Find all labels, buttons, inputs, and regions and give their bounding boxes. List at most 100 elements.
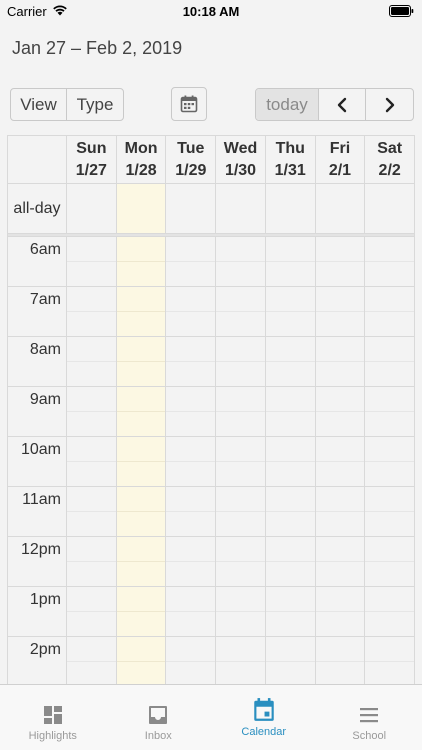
time-slot-cell[interactable] [216,437,266,486]
time-slot-cell[interactable] [166,337,217,386]
all-day-cell[interactable] [166,184,217,233]
day-header-thu[interactable]: Thu 1/31 [266,136,316,183]
navigation-button-group: today [255,88,414,121]
today-button[interactable]: today [256,89,319,120]
date-range-title: Jan 27 – Feb 2, 2019 [12,38,183,58]
tab-inbox[interactable]: Inbox [106,685,212,750]
time-slot-cell[interactable] [116,287,167,336]
time-slot-cell[interactable] [67,287,117,336]
inbox-icon [149,706,168,724]
tab-calendar[interactable]: Calendar [211,685,317,750]
day-header-fri[interactable]: Fri 2/1 [316,136,366,183]
time-slot-cell[interactable] [315,237,366,286]
time-slot-cell[interactable] [216,487,266,536]
day-header-tue[interactable]: Tue 1/29 [166,136,217,183]
time-slot-cell[interactable] [216,237,266,286]
dashboard-icon [43,706,62,724]
time-slot-cell[interactable] [365,487,414,536]
all-day-cell[interactable] [216,184,266,233]
time-slot-cell[interactable] [315,287,366,336]
time-slot-cell[interactable] [216,287,266,336]
time-slot-cell[interactable] [166,637,217,686]
time-slot-cell[interactable] [116,237,167,286]
time-slot-cell[interactable] [315,487,366,536]
time-slot-cell[interactable] [67,637,117,686]
time-slot-cell[interactable] [315,437,366,486]
time-slot-cell[interactable] [365,387,414,436]
time-slot-cell[interactable] [315,637,366,686]
time-slot-cell[interactable] [265,237,316,286]
time-slot-cell[interactable] [365,587,414,636]
all-day-cell[interactable] [266,184,316,233]
tab-school[interactable]: School [317,685,422,750]
day-name: Thu [275,140,305,157]
time-slot-cell[interactable] [166,237,217,286]
time-slot-cell[interactable] [265,587,316,636]
time-slot-cell[interactable] [365,337,414,386]
all-day-cell[interactable] [67,184,117,233]
time-slot-cell[interactable] [265,437,316,486]
time-slot-cell[interactable] [116,537,167,586]
next-week-button[interactable] [366,89,413,120]
all-day-cell[interactable] [116,184,167,233]
time-slot-cell[interactable] [216,587,266,636]
hour-label: 9am [8,387,67,436]
time-slot-cell[interactable] [216,387,266,436]
time-slot-cell[interactable] [265,337,316,386]
day-name: Fri [329,140,351,157]
time-slot-cell[interactable] [365,237,414,286]
all-day-cell[interactable] [316,184,366,233]
day-header-sun[interactable]: Sun 1/27 [67,136,117,183]
time-slot-cell[interactable] [67,237,117,286]
all-day-cell[interactable] [365,184,414,233]
time-slot-cell[interactable] [67,537,117,586]
all-day-label: all-day [8,184,67,233]
time-slot-cell[interactable] [67,487,117,536]
previous-week-button[interactable] [319,89,366,120]
time-slot-cell[interactable] [166,587,217,636]
time-slot-cell[interactable] [216,337,266,386]
hour-row: 7am [8,287,414,337]
time-slot-cell[interactable] [166,437,217,486]
time-slot-cell[interactable] [116,637,167,686]
view-type-button-group: View Type [10,88,124,121]
time-slot-cell[interactable] [166,537,217,586]
day-header-sat[interactable]: Sat 2/2 [365,136,414,183]
time-slot-cell[interactable] [365,437,414,486]
time-slot-cell[interactable] [166,487,217,536]
time-slot-cell[interactable] [166,287,217,336]
day-header-mon[interactable]: Mon 1/28 [117,136,167,183]
time-slot-cell[interactable] [67,387,117,436]
time-slot-cell[interactable] [315,537,366,586]
all-day-row: all-day [8,184,414,234]
date-picker-button[interactable] [171,87,207,121]
time-slot-cell[interactable] [365,537,414,586]
time-slot-cell[interactable] [116,487,167,536]
hour-row: 10am [8,437,414,487]
time-slot-cell[interactable] [265,487,316,536]
day-header-wed[interactable]: Wed 1/30 [216,136,266,183]
time-slot-cell[interactable] [216,637,266,686]
time-slot-cell[interactable] [67,337,117,386]
time-slot-cell[interactable] [116,387,167,436]
time-slot-cell[interactable] [216,537,266,586]
type-button[interactable]: Type [67,89,123,120]
time-slot-cell[interactable] [116,337,167,386]
time-slot-cell[interactable] [166,387,217,436]
time-slot-cell[interactable] [265,387,316,436]
time-slot-cell[interactable] [265,637,316,686]
time-slot-cell[interactable] [315,587,366,636]
time-slot-cell[interactable] [67,437,117,486]
time-slot-cell[interactable] [265,537,316,586]
tab-highlights[interactable]: Highlights [0,685,106,750]
hour-label: 6am [8,237,67,286]
time-slot-cell[interactable] [265,287,316,336]
time-slot-cell[interactable] [315,387,366,436]
time-slot-cell[interactable] [365,637,414,686]
time-slot-cell[interactable] [67,587,117,636]
time-slot-cell[interactable] [365,287,414,336]
view-button[interactable]: View [11,89,67,120]
time-slot-cell[interactable] [315,337,366,386]
time-slot-cell[interactable] [116,437,167,486]
time-slot-cell[interactable] [116,587,167,636]
